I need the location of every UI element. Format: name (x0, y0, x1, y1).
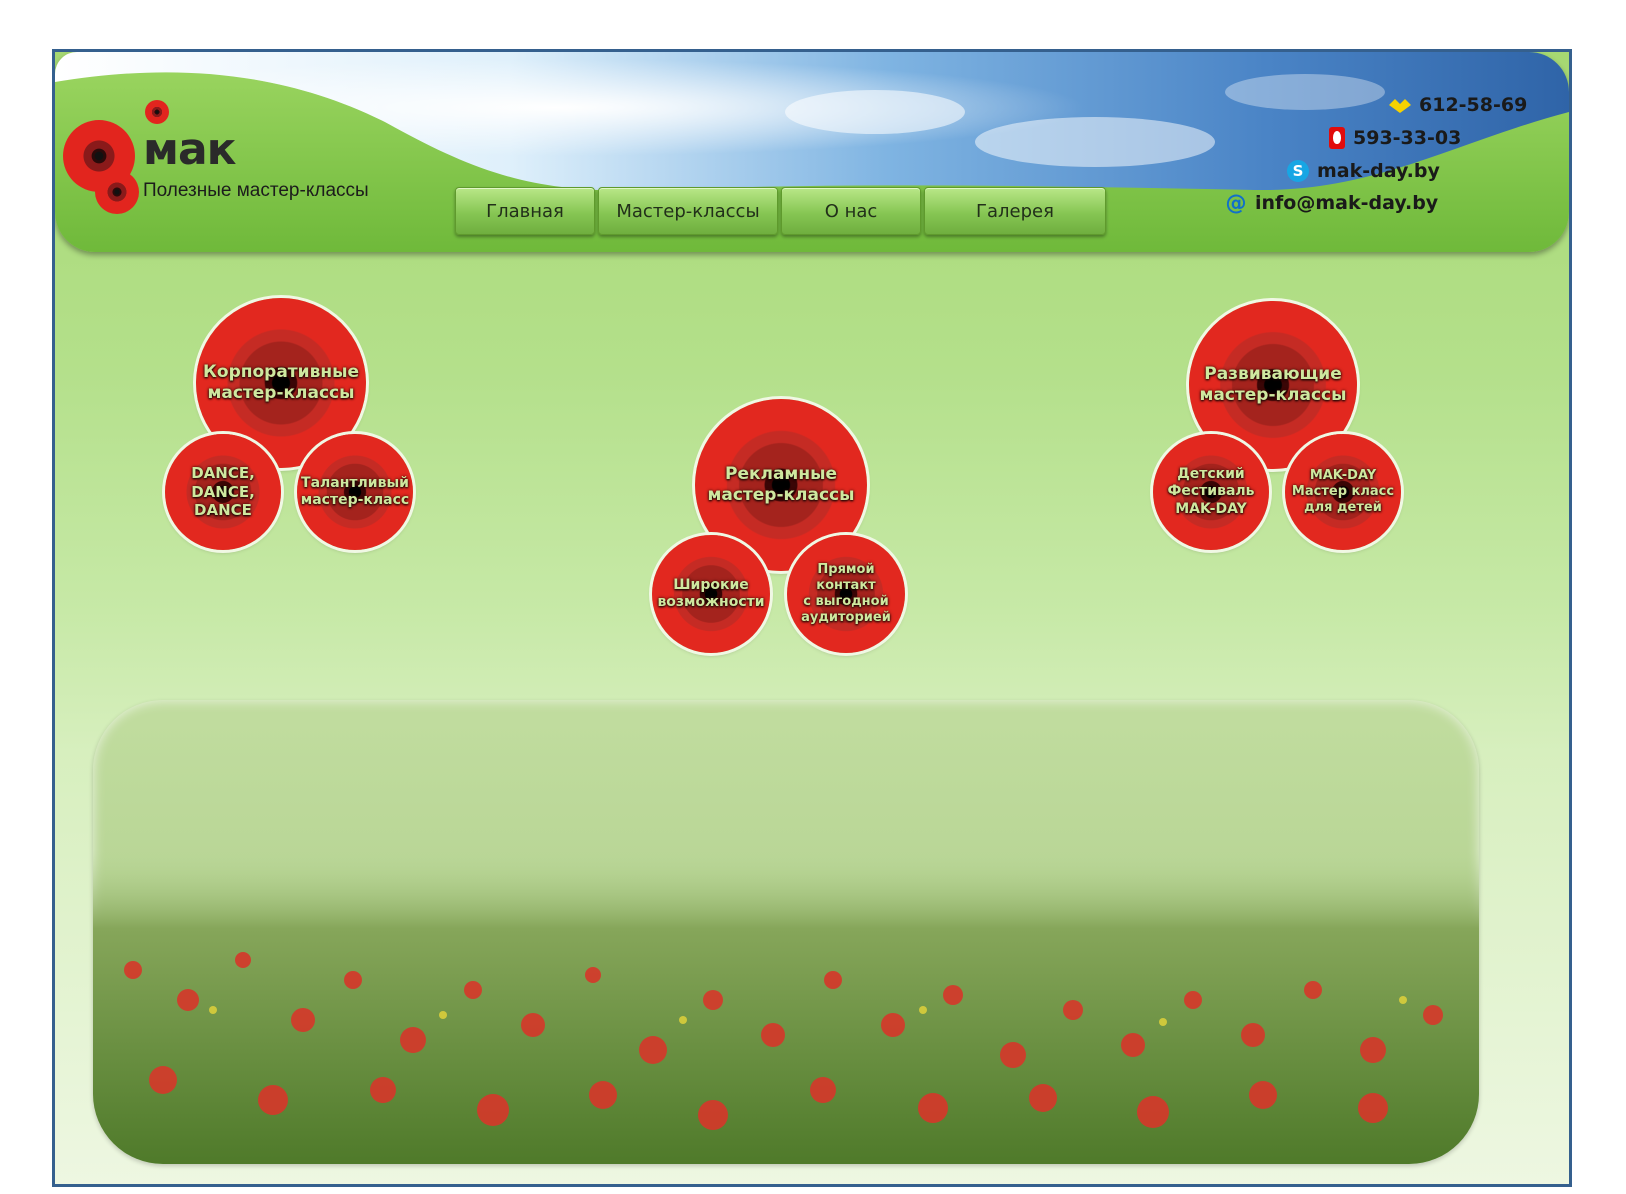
poppy-wide-label: Широкие возможности (657, 576, 765, 611)
site-header: мак Полезные мастер-классы Главная Масте… (55, 52, 1569, 252)
poppy-wide-opportunities[interactable]: Широкие возможности (652, 535, 770, 653)
poppy-dance[interactable]: DANCE, DANCE, DANCE (165, 434, 281, 550)
skype-handle[interactable]: mak-day.by (1317, 160, 1440, 182)
nav-about-button[interactable]: О нас (781, 187, 921, 235)
mts-phone-number: 593-33-03 (1353, 127, 1462, 149)
logo-poppy-small-icon (95, 170, 139, 214)
poppy-talent-class[interactable]: Талантливый мастер-класс (297, 434, 413, 550)
poppy-kids-festival[interactable]: Детский Фестиваль MAK-DAY (1153, 434, 1269, 550)
poppy-talent-label: Талантливый мастер-класс (300, 474, 410, 509)
email-address[interactable]: info@mak-day.by (1255, 192, 1438, 214)
main-navigation: Главная Мастер-классы О нас Галерея (455, 187, 1106, 237)
poppy-makday-label: MAK-DAY Мастер класс для детей (1291, 467, 1395, 516)
site-tagline: Полезные мастер-классы (143, 180, 369, 201)
nav-master-classes-button[interactable]: Мастер-классы (598, 187, 778, 235)
life-phone-number: 612-58-69 (1419, 94, 1528, 116)
poppy-developing-label: Развивающие мастер-классы (1199, 363, 1347, 405)
life-operator-icon (1389, 99, 1411, 113)
site-logo-text[interactable]: мак (143, 124, 237, 175)
poppy-meadow-image (93, 850, 1479, 1164)
logo-poppy-bud (145, 100, 169, 124)
poppy-advertising-label: Рекламные мастер-классы (707, 463, 855, 505)
poppy-festival-label: Детский Фестиваль MAK-DAY (1167, 465, 1255, 517)
poppy-direct-contact[interactable]: Прямой контакт с выгодной аудиторией (787, 535, 905, 653)
skype-icon: S (1287, 160, 1309, 182)
poppy-makday-kids[interactable]: MAK-DAY Мастер класс для детей (1285, 434, 1401, 550)
poppy-dance-label: DANCE, DANCE, DANCE (191, 463, 255, 520)
contact-mts-phone: 593-33-03 (1329, 127, 1461, 149)
contact-skype: S mak-day.by (1287, 160, 1440, 182)
contact-email: @ info@mak-day.by (1225, 191, 1439, 215)
poppy-corporate-label: Корпоративные мастер-классы (203, 361, 359, 403)
content-panel (93, 700, 1479, 1164)
contact-life-phone: 612-58-69 (1389, 94, 1527, 116)
email-at-icon: @ (1225, 191, 1247, 215)
mts-operator-icon (1329, 127, 1345, 149)
poppy-direct-label: Прямой контакт с выгодной аудиторией (801, 561, 891, 626)
page-frame: мак Полезные мастер-классы Главная Масте… (52, 49, 1572, 1187)
nav-gallery-button[interactable]: Галерея (924, 187, 1106, 235)
nav-home-button[interactable]: Главная (455, 187, 595, 235)
